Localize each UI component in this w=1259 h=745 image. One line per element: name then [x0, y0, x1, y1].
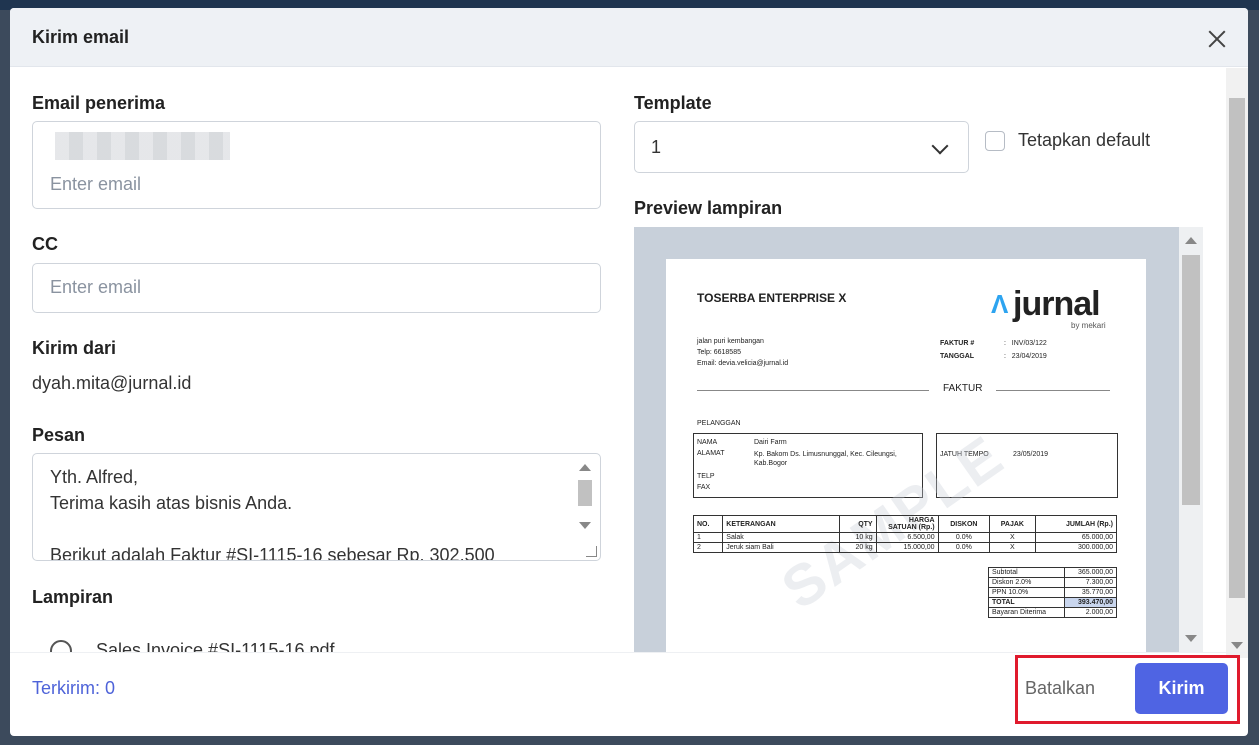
cc-input[interactable]: Enter email — [32, 263, 601, 313]
table-row: 2 Jeruk siam Bali 20 kg 15.000,00 0.0% X 300.0… — [692, 542, 1118, 553]
customer-heading: PELANGGAN — [697, 420, 741, 427]
modal-title: Kirim email — [32, 27, 130, 47]
recipient-label: Email penerima — [32, 93, 166, 113]
attachment-item[interactable]: Sales Invoice #SI-1115-16.pdf — [50, 638, 610, 652]
default-label: Tetapkan default — [1018, 130, 1151, 150]
resize-handle[interactable] — [586, 546, 597, 557]
sent-count: Terkirim: 0 — [32, 678, 116, 698]
attachment-preview: TOSERBA ENTERPRISE X Λ jurnal by mekari … — [634, 227, 1203, 652]
invoice-heading: FAKTUR — [943, 383, 983, 394]
preview-label: Preview lampiran — [634, 198, 783, 218]
message-scrollbar[interactable] — [575, 460, 595, 552]
table-row: 1 Salak 10 kg 6.500,00 0.0% X 65.000,00 — [692, 532, 1118, 543]
default-checkbox[interactable] — [985, 131, 1005, 151]
invoice-meta-labels: FAKTUR # TANGGAL — [940, 340, 975, 360]
invoice-address-block: jalan puri kembangan Telp: 6618585 Email… — [697, 338, 789, 367]
message-textarea[interactable]: Yth. Alfred, Terima kasih atas bisnis And… — [32, 453, 601, 561]
invoice-items-table: NO. KETERANGAN QTY HARGA SATUAN (Rp.) DI… — [692, 515, 1118, 553]
message-text: Yth. Alfred, Terima kasih atas bisnis And… — [50, 467, 495, 561]
message-label: Pesan — [32, 425, 86, 445]
modal-scrollbar[interactable] — [1226, 68, 1248, 658]
cc-placeholder: Enter email — [50, 277, 142, 297]
modal-header: Kirim email — [10, 8, 1248, 67]
highlight-box — [1015, 655, 1240, 724]
paperclip-icon — [50, 640, 72, 652]
invoice-meta-values: : INV/03/122 : 23/04/2019 — [1004, 340, 1047, 360]
attachments-label: Lampiran — [32, 587, 114, 607]
send-email-modal: Kirim email Email penerima Enter email C… — [10, 8, 1248, 736]
invoice-paper: TOSERBA ENTERPRISE X Λ jurnal by mekari … — [666, 259, 1146, 652]
close-icon[interactable] — [1208, 30, 1226, 48]
recipient-chip-redacted — [55, 132, 230, 160]
preview-scrollbar[interactable] — [1179, 227, 1203, 652]
attachment-filename: Sales Invoice #SI-1115-16.pdf — [96, 640, 335, 652]
invoice-company: TOSERBA ENTERPRISE X — [697, 291, 847, 305]
template-label: Template — [634, 93, 712, 113]
chevron-down-icon — [931, 137, 949, 155]
recipient-input[interactable]: Enter email — [32, 121, 601, 209]
template-select[interactable]: 1 — [634, 121, 969, 173]
recipient-placeholder: Enter email — [50, 174, 142, 194]
template-value: 1 — [651, 137, 662, 157]
sender-label: Kirim dari — [32, 338, 117, 358]
cc-label: CC — [32, 234, 58, 254]
invoice-totals-table: Subtotal 365.000,00 Diskon 2.0% 7.300,00 P… — [988, 567, 1118, 618]
jurnal-logo: Λ jurnal by mekari — [991, 285, 1106, 330]
sender-value: dyah.mita@jurnal.id — [32, 373, 192, 393]
